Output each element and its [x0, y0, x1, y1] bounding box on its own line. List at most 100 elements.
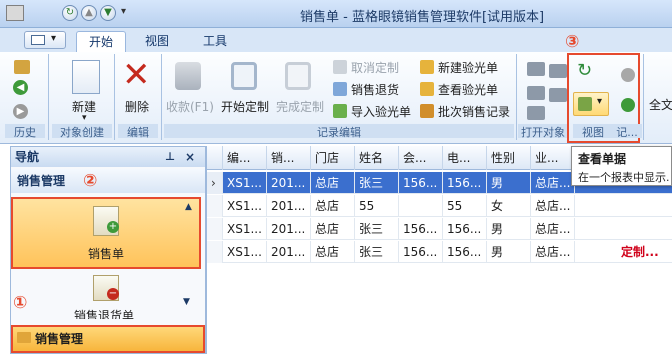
nav-title: 导航 — [15, 150, 40, 164]
column-header[interactable]: 门店 — [311, 146, 355, 170]
new-optometry-button[interactable]: 新建验光单 — [420, 58, 498, 78]
cancel-icon — [333, 60, 347, 74]
table-cell: 156... — [399, 218, 443, 240]
refresh-icon[interactable]: ↻ — [62, 5, 78, 21]
tab-start[interactable]: 开始 — [76, 31, 127, 52]
new-document-icon[interactable] — [72, 60, 100, 94]
table-cell: 张三 — [355, 241, 399, 263]
refresh-icon[interactable]: ↻ — [577, 62, 592, 80]
marker-two: ② — [83, 171, 98, 191]
divider — [48, 54, 49, 140]
window-title: 销售单 - 蓝格眼镜销售管理软件[试用版本] — [300, 10, 545, 25]
group-label-open: 打开对象 — [518, 124, 568, 139]
app-menu-button[interactable]: ▾ — [24, 31, 66, 49]
table-cell: 156... — [399, 172, 443, 194]
chevron-down-icon: ▾ — [597, 96, 603, 107]
forward-icon[interactable]: ▶ — [13, 104, 28, 119]
qat-dropdown-icon[interactable]: ▾ — [121, 6, 126, 17]
batch-icon — [420, 104, 434, 118]
collect-button[interactable]: 收款(F1) — [166, 98, 214, 115]
return-icon — [333, 82, 347, 96]
column-header[interactable]: 销... — [267, 146, 311, 170]
row-selector — [207, 195, 223, 217]
delete-icon[interactable]: ✕ — [122, 58, 151, 92]
table-cell: 55 — [355, 195, 399, 217]
table-cell: 201... — [267, 195, 311, 217]
tab-view[interactable]: 视图 — [133, 31, 181, 52]
table-cell: 总店... — [531, 241, 575, 263]
table-cell: XS1... — [223, 241, 267, 263]
printer-icon[interactable] — [527, 62, 545, 76]
table-cell: 201... — [267, 172, 311, 194]
full-text-button[interactable]: 全文 — [649, 96, 672, 113]
row-selector — [207, 218, 223, 240]
table-cell: 总店... — [531, 218, 575, 240]
table-cell: 156... — [399, 241, 443, 263]
down-circle-icon[interactable] — [621, 98, 635, 112]
up-circle-icon[interactable] — [621, 68, 635, 82]
printer-icon[interactable] — [527, 86, 545, 100]
group-label-record2: 记... — [612, 124, 642, 139]
scroll-down-icon[interactable]: ▼ — [183, 297, 190, 307]
tooltip-title: 查看单据 — [578, 152, 627, 166]
table-row[interactable]: XS1... 201... 总店 55 55 女 总店... — [207, 195, 672, 217]
divider — [643, 54, 644, 140]
table-cell: 男 — [487, 172, 531, 194]
table-cell: XS1... — [223, 195, 267, 217]
tooltip-description: 在一个报表中显示... — [578, 171, 670, 184]
home-icon[interactable] — [14, 60, 30, 74]
import-optometry-button[interactable]: 导入验光单 — [333, 102, 411, 122]
sales-order-icon: + — [93, 206, 119, 236]
finish-custom-button[interactable]: 完成定制 — [276, 98, 324, 115]
table-row[interactable]: XS1... 201... 总店 张三 156... 156... 男 总店..… — [207, 218, 672, 240]
close-icon[interactable]: × — [185, 147, 195, 167]
menu-icon — [31, 35, 45, 45]
view-document-button[interactable]: ▾ — [573, 92, 609, 116]
table-cell: 201... — [267, 241, 311, 263]
minus-icon: − — [107, 288, 119, 300]
column-header[interactable]: 电... — [443, 146, 487, 170]
up-icon[interactable]: ▲ — [81, 5, 97, 21]
batch-record-button[interactable]: 批次销售记录 — [420, 102, 510, 122]
chevron-down-icon[interactable]: ▾ — [82, 113, 87, 123]
nav-item-sales-return[interactable]: − 销售退货单 ▼ — [11, 275, 201, 319]
column-header[interactable]: 业... — [531, 146, 575, 170]
nav-item-label: 销售单 — [87, 247, 124, 261]
sales-return-button[interactable]: 销售退货 — [333, 80, 399, 100]
start-custom-button[interactable]: 开始定制 — [221, 98, 269, 115]
group-label-edit: 编辑 — [118, 124, 158, 139]
column-header[interactable]: 编... — [223, 146, 267, 170]
row-selector-icon: › — [207, 172, 223, 194]
column-header[interactable]: 会... — [399, 146, 443, 170]
back-icon[interactable]: ◀ — [13, 80, 28, 95]
nav-bottom-label: 销售管理 — [35, 332, 84, 346]
table-cell: 总店... — [531, 195, 575, 217]
divider — [516, 54, 517, 140]
view-optometry-button[interactable]: 查看验光单 — [420, 80, 498, 100]
nav-item-sales-order[interactable]: + 销售单 ▲ — [11, 197, 201, 269]
scroll-up-icon[interactable]: ▲ — [185, 202, 192, 212]
tab-tools[interactable]: 工具 — [191, 31, 239, 52]
row-selector-header — [207, 146, 223, 170]
folder-icon — [17, 332, 31, 343]
down-icon[interactable]: ▼ — [100, 5, 116, 21]
app-icon[interactable] — [6, 5, 24, 21]
nav-bottom-section[interactable]: 销售管理 — [11, 325, 205, 353]
printer-icon[interactable] — [549, 64, 567, 78]
printer-icon[interactable] — [527, 106, 545, 120]
delete-button[interactable]: 删除 — [125, 98, 149, 115]
group-label-history: 历史 — [5, 124, 45, 139]
import-icon — [333, 104, 347, 118]
group-label-view: 视图 — [573, 124, 613, 139]
table-cell: 男 — [487, 218, 531, 240]
column-header[interactable]: 姓名 — [355, 146, 399, 170]
table-row[interactable]: XS1... 201... 总店 张三 156... 156... 男 总店..… — [207, 241, 672, 263]
pin-icon[interactable]: ⊥ — [165, 147, 175, 167]
cancel-custom-button[interactable]: 取消定制 — [333, 58, 399, 78]
nav-header: 导航 ⊥ × — [11, 147, 205, 167]
divider — [161, 54, 162, 140]
table-cell: 156... — [443, 218, 487, 240]
table-cell: XS1... — [223, 172, 267, 194]
printer-icon[interactable] — [549, 88, 567, 102]
column-header[interactable]: 性别 — [487, 146, 531, 170]
